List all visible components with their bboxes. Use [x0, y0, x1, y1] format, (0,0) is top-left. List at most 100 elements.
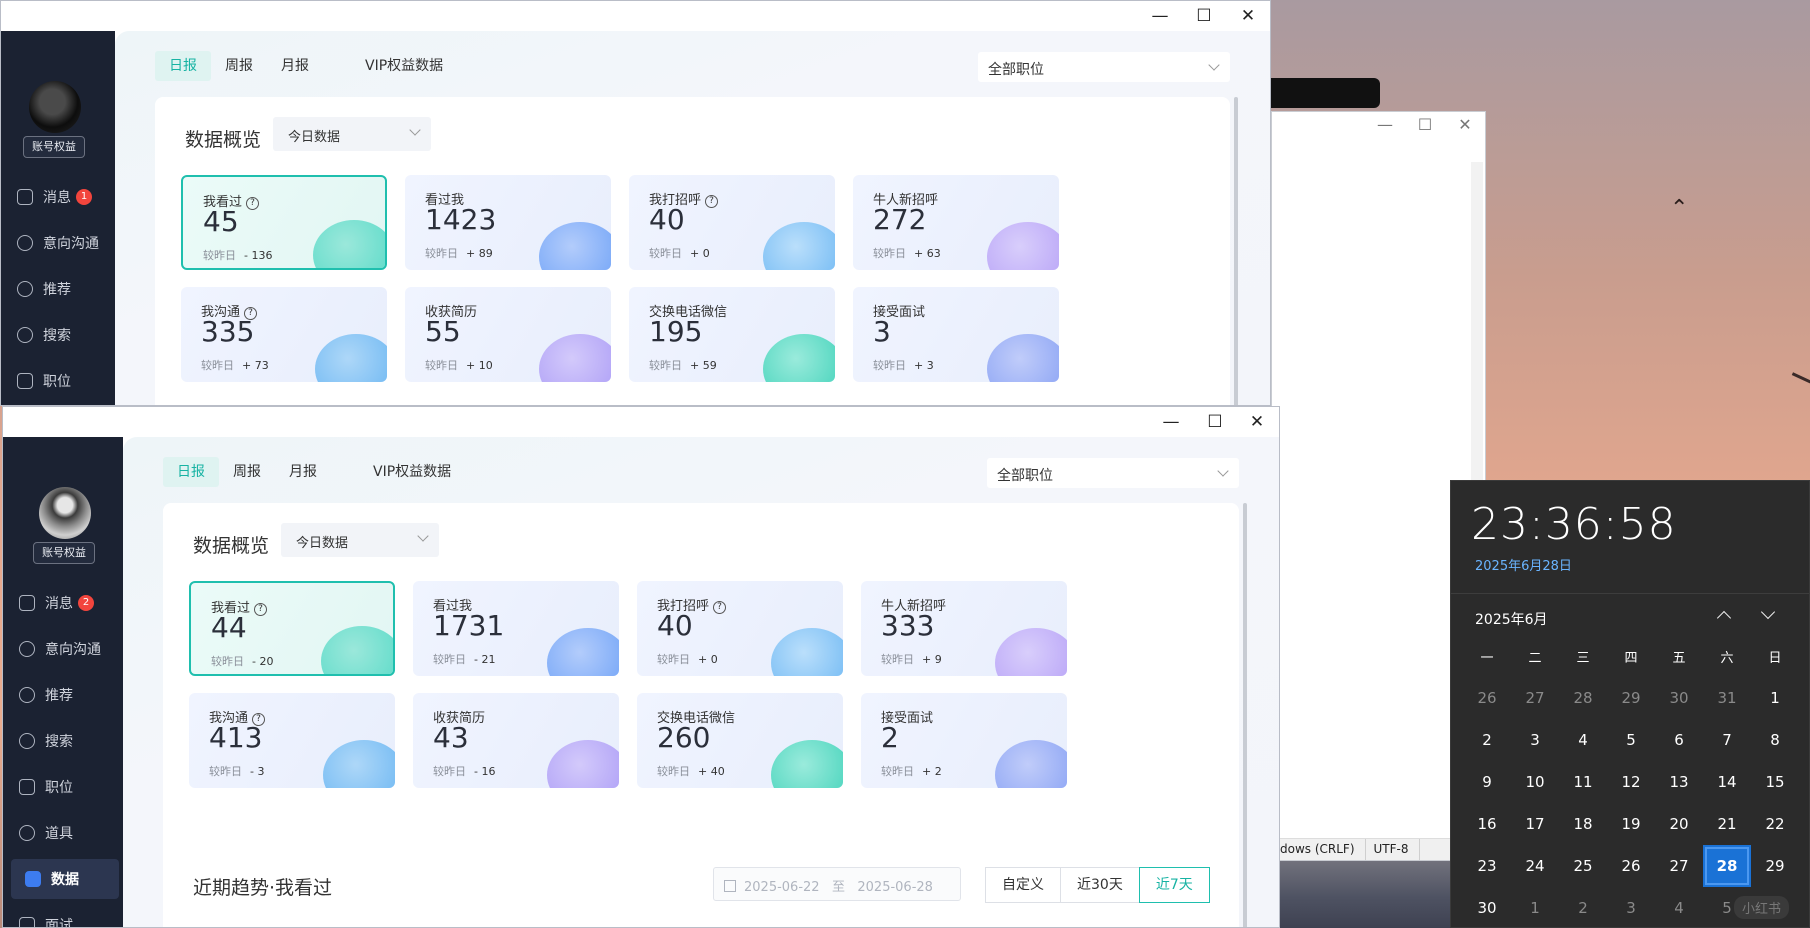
calendar-day[interactable]: 24: [1511, 845, 1559, 887]
sidebar-item-messages[interactable]: 消息 2: [3, 583, 123, 623]
stat-card-new-greetings[interactable]: 牛人新招呼 333 较昨日 + 9: [861, 581, 1067, 676]
date-start[interactable]: 2025-06-22: [744, 880, 820, 895]
chevron-down-icon[interactable]: [1760, 604, 1776, 620]
calendar-day[interactable]: 4: [1655, 887, 1703, 928]
tab-daily[interactable]: 日报: [163, 457, 219, 487]
help-icon[interactable]: ?: [705, 195, 719, 208]
close-icon[interactable]: ✕: [1235, 407, 1279, 437]
position-select[interactable]: 全部职位: [978, 52, 1230, 82]
tab-monthly[interactable]: 月报: [275, 457, 331, 487]
last-30-days-button[interactable]: 近30天: [1060, 867, 1140, 903]
scrollbar[interactable]: [1234, 97, 1238, 405]
title-bar[interactable]: — ☐ ✕: [3, 407, 1279, 437]
front-app-window[interactable]: — ☐ ✕ 账号权益 消息 2 意向沟通 推荐 搜索 职位 道具 数据 面试 日报…: [2, 406, 1280, 928]
calendar-day[interactable]: 18: [1559, 803, 1607, 845]
maximize-icon[interactable]: ☐: [1193, 407, 1237, 437]
position-select[interactable]: 全部职位: [987, 458, 1239, 488]
sidebar-item-intent[interactable]: 意向沟通: [3, 629, 123, 669]
maximize-icon[interactable]: ☐: [1405, 112, 1445, 138]
calendar-day[interactable]: 6: [1655, 719, 1703, 761]
sidebar-item-search[interactable]: 搜索: [3, 721, 123, 761]
sidebar-item-jobs[interactable]: 职位: [3, 767, 123, 807]
sidebar-item-search[interactable]: 搜索: [1, 315, 115, 355]
stat-card-new-greetings[interactable]: 牛人新招呼 272 较昨日 + 63: [853, 175, 1059, 270]
calendar-day[interactable]: 10: [1511, 761, 1559, 803]
calendar-day[interactable]: 3: [1607, 887, 1655, 928]
stat-card-interviews[interactable]: 接受面试 2 较昨日 + 2: [861, 693, 1067, 788]
date-range-picker[interactable]: 2025-06-22 至 2025-06-28: [713, 867, 961, 901]
sidebar-item-recommend[interactable]: 推荐: [3, 675, 123, 715]
calendar-day[interactable]: 3: [1511, 719, 1559, 761]
stat-card-viewed-by-me[interactable]: 我看过? 44 较昨日 - 20: [189, 581, 395, 676]
account-benefits-button[interactable]: 账号权益: [23, 136, 85, 158]
last-7-days-button[interactable]: 近7天: [1138, 867, 1210, 903]
calendar-day[interactable]: 5: [1607, 719, 1655, 761]
calendar-day[interactable]: 27: [1511, 677, 1559, 719]
account-benefits-button[interactable]: 账号权益: [33, 542, 95, 564]
minimize-icon[interactable]: —: [1149, 407, 1193, 437]
stat-card-viewed-me[interactable]: 看过我 1731 较昨日 - 21: [413, 581, 619, 676]
sidebar-item-data[interactable]: 数据: [11, 859, 119, 899]
calendar-day[interactable]: 4: [1559, 719, 1607, 761]
minimize-icon[interactable]: —: [1138, 1, 1182, 31]
stat-card-viewed-me[interactable]: 看过我 1423 较昨日 + 89: [405, 175, 611, 270]
tab-vip[interactable]: VIP权益数据: [351, 51, 457, 81]
sidebar-item-messages[interactable]: 消息 1: [1, 177, 115, 217]
clock-date[interactable]: 2025年6月28日: [1475, 555, 1572, 574]
calendar-day[interactable]: 11: [1559, 761, 1607, 803]
day-select[interactable]: 今日数据: [281, 523, 439, 557]
avatar[interactable]: [29, 81, 81, 133]
calendar-day-today[interactable]: 28: [1703, 845, 1751, 887]
stat-card-contact-exchange[interactable]: 交换电话微信 195 较昨日 + 59: [629, 287, 835, 382]
scrollbar[interactable]: [1243, 503, 1247, 927]
calendar-day[interactable]: 16: [1463, 803, 1511, 845]
calendar-day[interactable]: 1: [1511, 887, 1559, 928]
sidebar-item-interview[interactable]: 面试: [3, 905, 123, 927]
close-icon[interactable]: ✕: [1445, 112, 1485, 138]
close-icon[interactable]: ✕: [1226, 1, 1270, 31]
stat-card-greeted[interactable]: 我打招呼? 40 较昨日 + 0: [637, 581, 843, 676]
stat-card-viewed-by-me[interactable]: 我看过? 45 较昨日 - 136: [181, 175, 387, 270]
calendar-day[interactable]: 12: [1607, 761, 1655, 803]
calendar-day[interactable]: 21: [1703, 803, 1751, 845]
help-icon[interactable]: ?: [254, 603, 268, 616]
maximize-icon[interactable]: ☐: [1182, 1, 1226, 31]
stat-card-resumes[interactable]: 收获简历 55 较昨日 + 10: [405, 287, 611, 382]
sidebar-item-recommend[interactable]: 推荐: [1, 269, 115, 309]
tab-weekly[interactable]: 周报: [219, 457, 275, 487]
calendar-day[interactable]: 2: [1463, 719, 1511, 761]
sidebar-item-tools[interactable]: 道具: [3, 813, 123, 853]
day-select[interactable]: 今日数据: [273, 117, 431, 151]
tab-vip[interactable]: VIP权益数据: [359, 457, 465, 487]
calendar-day[interactable]: 27: [1655, 845, 1703, 887]
calendar-day[interactable]: 23: [1463, 845, 1511, 887]
stat-card-greeted[interactable]: 我打招呼? 40 较昨日 + 0: [629, 175, 835, 270]
calendar-day[interactable]: 7: [1703, 719, 1751, 761]
sidebar-item-intent[interactable]: 意向沟通: [1, 223, 115, 263]
calendar-day[interactable]: 9: [1463, 761, 1511, 803]
help-icon[interactable]: ?: [713, 601, 727, 614]
calendar-day[interactable]: 26: [1463, 677, 1511, 719]
calendar-day[interactable]: 26: [1607, 845, 1655, 887]
stat-card-communicated[interactable]: 我沟通? 335 较昨日 + 73: [181, 287, 387, 382]
calendar-day[interactable]: 29: [1751, 845, 1799, 887]
calendar-day[interactable]: 14: [1703, 761, 1751, 803]
calendar-day[interactable]: 20: [1655, 803, 1703, 845]
custom-range-button[interactable]: 自定义: [985, 867, 1061, 903]
calendar-day[interactable]: 17: [1511, 803, 1559, 845]
sidebar-item-jobs[interactable]: 职位: [1, 361, 115, 401]
help-icon[interactable]: ?: [246, 197, 260, 210]
calendar-day[interactable]: 15: [1751, 761, 1799, 803]
calendar-day[interactable]: 19: [1607, 803, 1655, 845]
avatar[interactable]: [39, 487, 91, 539]
calendar-day[interactable]: 29: [1607, 677, 1655, 719]
tab-weekly[interactable]: 周报: [211, 51, 267, 81]
chevron-up-icon[interactable]: [1716, 610, 1732, 626]
calendar-day[interactable]: 8: [1751, 719, 1799, 761]
calendar-day[interactable]: 30: [1463, 887, 1511, 928]
calendar-day[interactable]: 1: [1751, 677, 1799, 719]
calendar-day[interactable]: 25: [1559, 845, 1607, 887]
calendar-day[interactable]: 30: [1655, 677, 1703, 719]
date-end[interactable]: 2025-06-28: [857, 880, 933, 895]
calendar-month[interactable]: 2025年6月: [1475, 609, 1548, 629]
